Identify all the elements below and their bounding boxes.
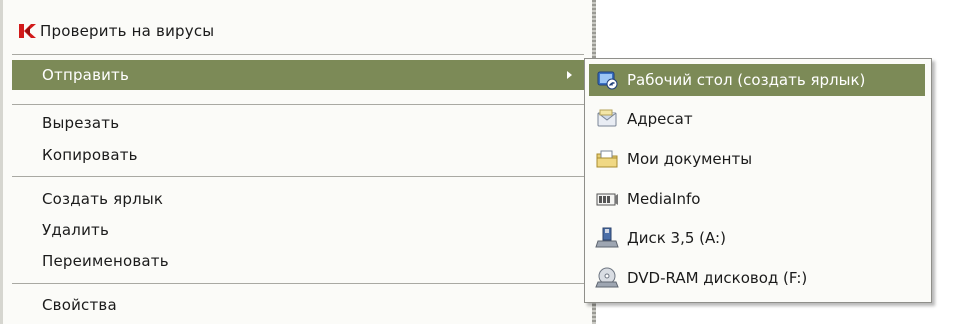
submenu-item-label: Адресат xyxy=(627,110,693,128)
menu-item-cut[interactable]: Вырезать xyxy=(12,108,584,138)
submenu-item-label: DVD-RAM дисковод (F:) xyxy=(627,269,808,287)
dvd-drive-icon xyxy=(595,267,619,288)
submenu-item-desktop[interactable]: Рабочий стол (создать ярлык) xyxy=(589,64,925,96)
menu-item-properties[interactable]: Свойства xyxy=(12,290,584,320)
menu-item-copy[interactable]: Копировать xyxy=(12,140,584,170)
mail-recipient-icon xyxy=(597,109,617,127)
menu-item-label: Копировать xyxy=(42,146,138,164)
menu-item-delete[interactable]: Удалить xyxy=(12,215,584,245)
submenu-item-dvd-drive[interactable]: DVD-RAM дисковод (F:) xyxy=(589,262,925,294)
submenu-item-floppy-drive[interactable]: Диск 3,5 (A:) xyxy=(589,222,925,254)
menu-separator xyxy=(12,176,584,177)
desktop-icon xyxy=(597,71,618,90)
submenu-item-mediainfo[interactable]: MediaInfo xyxy=(589,183,925,215)
menu-separator xyxy=(12,104,584,105)
kaspersky-icon xyxy=(19,24,36,38)
menu-item-label: Удалить xyxy=(42,221,110,239)
menu-item-label: Создать ярлык xyxy=(42,190,164,208)
menu-item-label: Вырезать xyxy=(42,114,120,132)
mediainfo-icon xyxy=(596,193,618,206)
context-menu: Проверить на вирусы Отправить Вырезать К… xyxy=(0,0,596,324)
menu-left-edge xyxy=(0,0,3,324)
menu-item-label: Переименовать xyxy=(42,252,169,270)
menu-item-label: Отправить xyxy=(42,66,130,84)
submenu-item-label: Рабочий стол (создать ярлык) xyxy=(627,71,866,89)
screen: Проверить на вирусы Отправить Вырезать К… xyxy=(0,0,960,324)
my-documents-icon xyxy=(596,150,618,168)
menu-separator xyxy=(12,54,584,55)
submenu-item-my-documents[interactable]: Мои документы xyxy=(589,143,925,175)
submenu-item-label: Диск 3,5 (A:) xyxy=(627,229,726,247)
menu-item-rename[interactable]: Переименовать xyxy=(12,246,584,276)
menu-item-send-to[interactable]: Отправить xyxy=(12,60,584,90)
submenu-item-label: Мои документы xyxy=(627,150,753,168)
floppy-drive-icon xyxy=(595,227,619,248)
menu-item-label: Проверить на вирусы xyxy=(40,22,215,40)
send-to-submenu: Рабочий стол (создать ярлык) Адресат Мои… xyxy=(584,58,932,303)
submenu-item-label: MediaInfo xyxy=(627,190,701,208)
menu-item-label: Свойства xyxy=(42,296,117,314)
menu-item-create-shortcut[interactable]: Создать ярлык xyxy=(12,184,584,214)
submenu-arrow-icon xyxy=(567,71,572,79)
submenu-item-mail-recipient[interactable]: Адресат xyxy=(589,103,925,135)
menu-separator xyxy=(12,283,584,284)
menu-item-scan-viruses[interactable]: Проверить на вирусы xyxy=(12,16,584,46)
